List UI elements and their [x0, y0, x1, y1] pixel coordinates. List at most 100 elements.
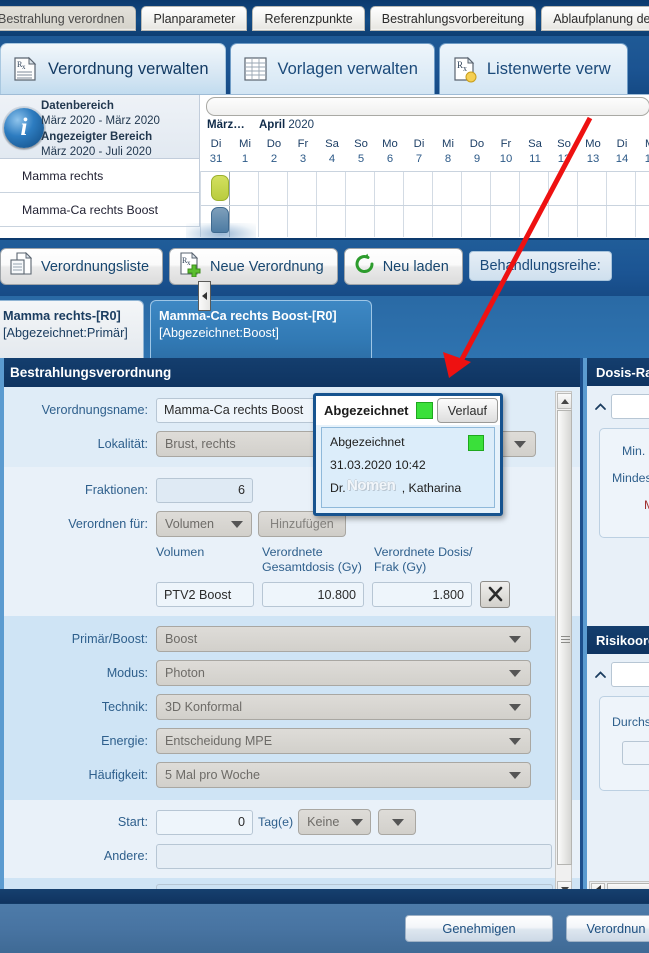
- prescription-tab-bar: Mamma rechts-[R0] [Abgezeichnet:Primär] …: [0, 296, 649, 358]
- top-tab-planparameter[interactable]: Planparameter: [141, 6, 247, 31]
- status-popup[interactable]: Abgezeichnet Verlauf Abgezeichnet 31.03.…: [313, 393, 503, 516]
- timeline-day-of-week: So: [549, 137, 579, 152]
- total-dose-input[interactable]: 10.800: [262, 582, 364, 607]
- energie-select[interactable]: Entscheidung MPE: [156, 728, 531, 754]
- timeline-day-of-week: Mi: [636, 137, 649, 152]
- timeline-day-cell: Do2: [259, 137, 289, 167]
- form-vertical-scrollbar[interactable]: [555, 391, 572, 899]
- history-button[interactable]: Verlauf: [437, 398, 498, 423]
- timeline-day-cell: Mi1: [230, 137, 260, 167]
- timeline-collapse-handle[interactable]: [198, 281, 211, 311]
- top-tab-bestrahlung-verordnen[interactable]: Bestrahlung verordnen: [0, 6, 136, 31]
- treatment-series-label: Behandlungsreihe:: [469, 251, 612, 281]
- prescription-tab-mamma-ca-boost[interactable]: Mamma-Ca rechts Boost-[R0] [Abgezeichnet…: [150, 300, 372, 358]
- timeline-row-label[interactable]: Mamma-Ca rechts Boost: [0, 193, 200, 227]
- status-popup-status-row: Abgezeichnet: [330, 435, 486, 449]
- form-row-modus: Modus: Photon: [4, 656, 580, 690]
- dose-per-fraction-value: 1.800: [432, 588, 464, 602]
- primary-boost-select[interactable]: Boost: [156, 626, 531, 652]
- action-button-label: Verordnungsliste: [41, 259, 149, 275]
- template-table-icon: [243, 55, 269, 83]
- panel-search-input[interactable]: [611, 662, 649, 687]
- start-reference-select[interactable]: Keine: [298, 809, 371, 835]
- oar-value-input[interactable]: [622, 741, 649, 765]
- timeline-day-number: 2: [259, 152, 289, 167]
- energie-value: Entscheidung MPE: [165, 734, 272, 748]
- timeline-day-of-week: Do: [259, 137, 289, 152]
- module-tab-vorlagen-verwalten[interactable]: Vorlagen verwalten: [230, 43, 435, 94]
- panel-search-input[interactable]: [611, 394, 649, 419]
- start-extra-select[interactable]: [378, 809, 416, 835]
- timeline-row-label[interactable]: Mamma rechts: [0, 159, 200, 193]
- add-volume-label: Hinzufügen: [270, 517, 334, 531]
- prescription-tab-mamma-rechts[interactable]: Mamma rechts-[R0] [Abgezeichnet:Primär]: [0, 300, 144, 358]
- timeline-day-cell: Di14: [607, 137, 637, 167]
- top-tab-bar: Bestrahlung verordnen Planparameter Refe…: [0, 0, 649, 36]
- status-popup-author-prefix: Dr.: [330, 481, 346, 495]
- new-prescription-button[interactable]: R x Neue Verordnung: [169, 248, 338, 285]
- prescribe-for-value: Volumen: [165, 517, 214, 531]
- timeline-day-of-week: Di: [201, 137, 231, 152]
- technik-select[interactable]: 3D Konformal: [156, 694, 531, 720]
- dose-per-fraction-input[interactable]: 1.800: [372, 582, 472, 607]
- fractions-value: 6: [238, 483, 245, 497]
- action-button-label: Neu laden: [383, 259, 449, 275]
- timeline-month: April 2020: [259, 119, 314, 131]
- andere-input[interactable]: [156, 844, 552, 869]
- timeline-day-number: 31: [201, 152, 231, 167]
- column-header-dose-frac-line2: Frak (Gy): [374, 560, 484, 575]
- prescribe-for-select[interactable]: Volumen: [156, 511, 252, 537]
- timeline-day-of-week: Di: [607, 137, 637, 152]
- timeline-gridline: [606, 171, 607, 237]
- scrollbar-thumb[interactable]: [557, 410, 572, 865]
- timeline-gridline: [432, 171, 433, 237]
- scroll-up-button[interactable]: [557, 393, 572, 409]
- form-row-energie: Energie: Entscheidung MPE: [4, 724, 580, 758]
- timeline-marker-primary[interactable]: [211, 175, 229, 201]
- timeline-gridline: [548, 171, 549, 237]
- top-tab-ablaufplanung[interactable]: Ablaufplanung de: [541, 6, 649, 31]
- module-tab-label: Verordnung verwalten: [48, 60, 209, 79]
- haeufigkeit-select[interactable]: 5 Mal pro Woche: [156, 762, 531, 788]
- top-tab-bestrahlungsvorbereitung[interactable]: Bestrahlungsvorbereitung: [370, 6, 536, 31]
- timeline-marker-boost[interactable]: [211, 207, 229, 233]
- panel-risikoorgane: Risikoorga Durchs: [583, 626, 649, 903]
- timeline-day-row: Di31Mi1Do2Fr3Sa4So5Mo6Di7Mi8Do9Fr10Sa11S…: [201, 137, 649, 171]
- module-tab-listenwerte-verwalten[interactable]: R x Listenwerte verw: [439, 43, 628, 94]
- chevron-down-icon: [509, 772, 521, 779]
- data-range-label: Datenbereich: [41, 100, 114, 112]
- timeline-day-number: 13: [578, 152, 608, 167]
- oar-label-durchschnitt: Durchs: [612, 715, 649, 729]
- start-label: Start:: [4, 815, 156, 829]
- energie-label: Energie:: [4, 734, 156, 748]
- timeline-day-cell: Mo13: [578, 137, 608, 167]
- panel-header: Dosis-Ran: [583, 358, 649, 386]
- module-tab-verordnung-verwalten[interactable]: R x Verordnung verwalten: [0, 43, 226, 94]
- timeline-search-input[interactable]: [206, 97, 649, 116]
- timeline-day-of-week: Fr: [288, 137, 318, 152]
- modus-select[interactable]: Photon: [156, 660, 531, 686]
- top-tab-referenzpunkte[interactable]: Referenzpunkte: [252, 6, 364, 31]
- approve-button[interactable]: Genehmigen: [405, 915, 553, 942]
- new-prescription-plus-icon: R x: [179, 252, 203, 281]
- prescription-button[interactable]: Verordnun: [566, 915, 649, 942]
- volume-name-input[interactable]: PTV2 Boost: [156, 582, 254, 607]
- prescription-list-button[interactable]: Verordnungsliste: [0, 248, 163, 285]
- timeline-day-of-week: Di: [404, 137, 434, 152]
- chevron-down-icon: [392, 819, 404, 826]
- form-row-technik: Technik: 3D Konformal: [4, 690, 580, 724]
- chevron-down-icon: [351, 819, 363, 826]
- chevron-down-icon: [231, 521, 243, 528]
- panel-body: Durchs: [583, 654, 649, 903]
- chevron-up-icon[interactable]: [594, 400, 607, 415]
- bottom-divider-strip: [0, 889, 649, 903]
- timeline-day-number: 7: [404, 152, 434, 167]
- timeline-gridline: [635, 171, 636, 237]
- chevron-up-icon[interactable]: [594, 668, 607, 683]
- delete-x-icon[interactable]: [480, 581, 510, 608]
- fractions-input[interactable]: 6: [156, 478, 253, 503]
- start-offset-input[interactable]: 0: [156, 810, 253, 835]
- status-popup-body: Abgezeichnet 31.03.2020 10:42 Dr., Katha…: [321, 427, 495, 508]
- reload-button[interactable]: Neu laden: [344, 248, 463, 285]
- timeline-day-of-week: So: [346, 137, 376, 152]
